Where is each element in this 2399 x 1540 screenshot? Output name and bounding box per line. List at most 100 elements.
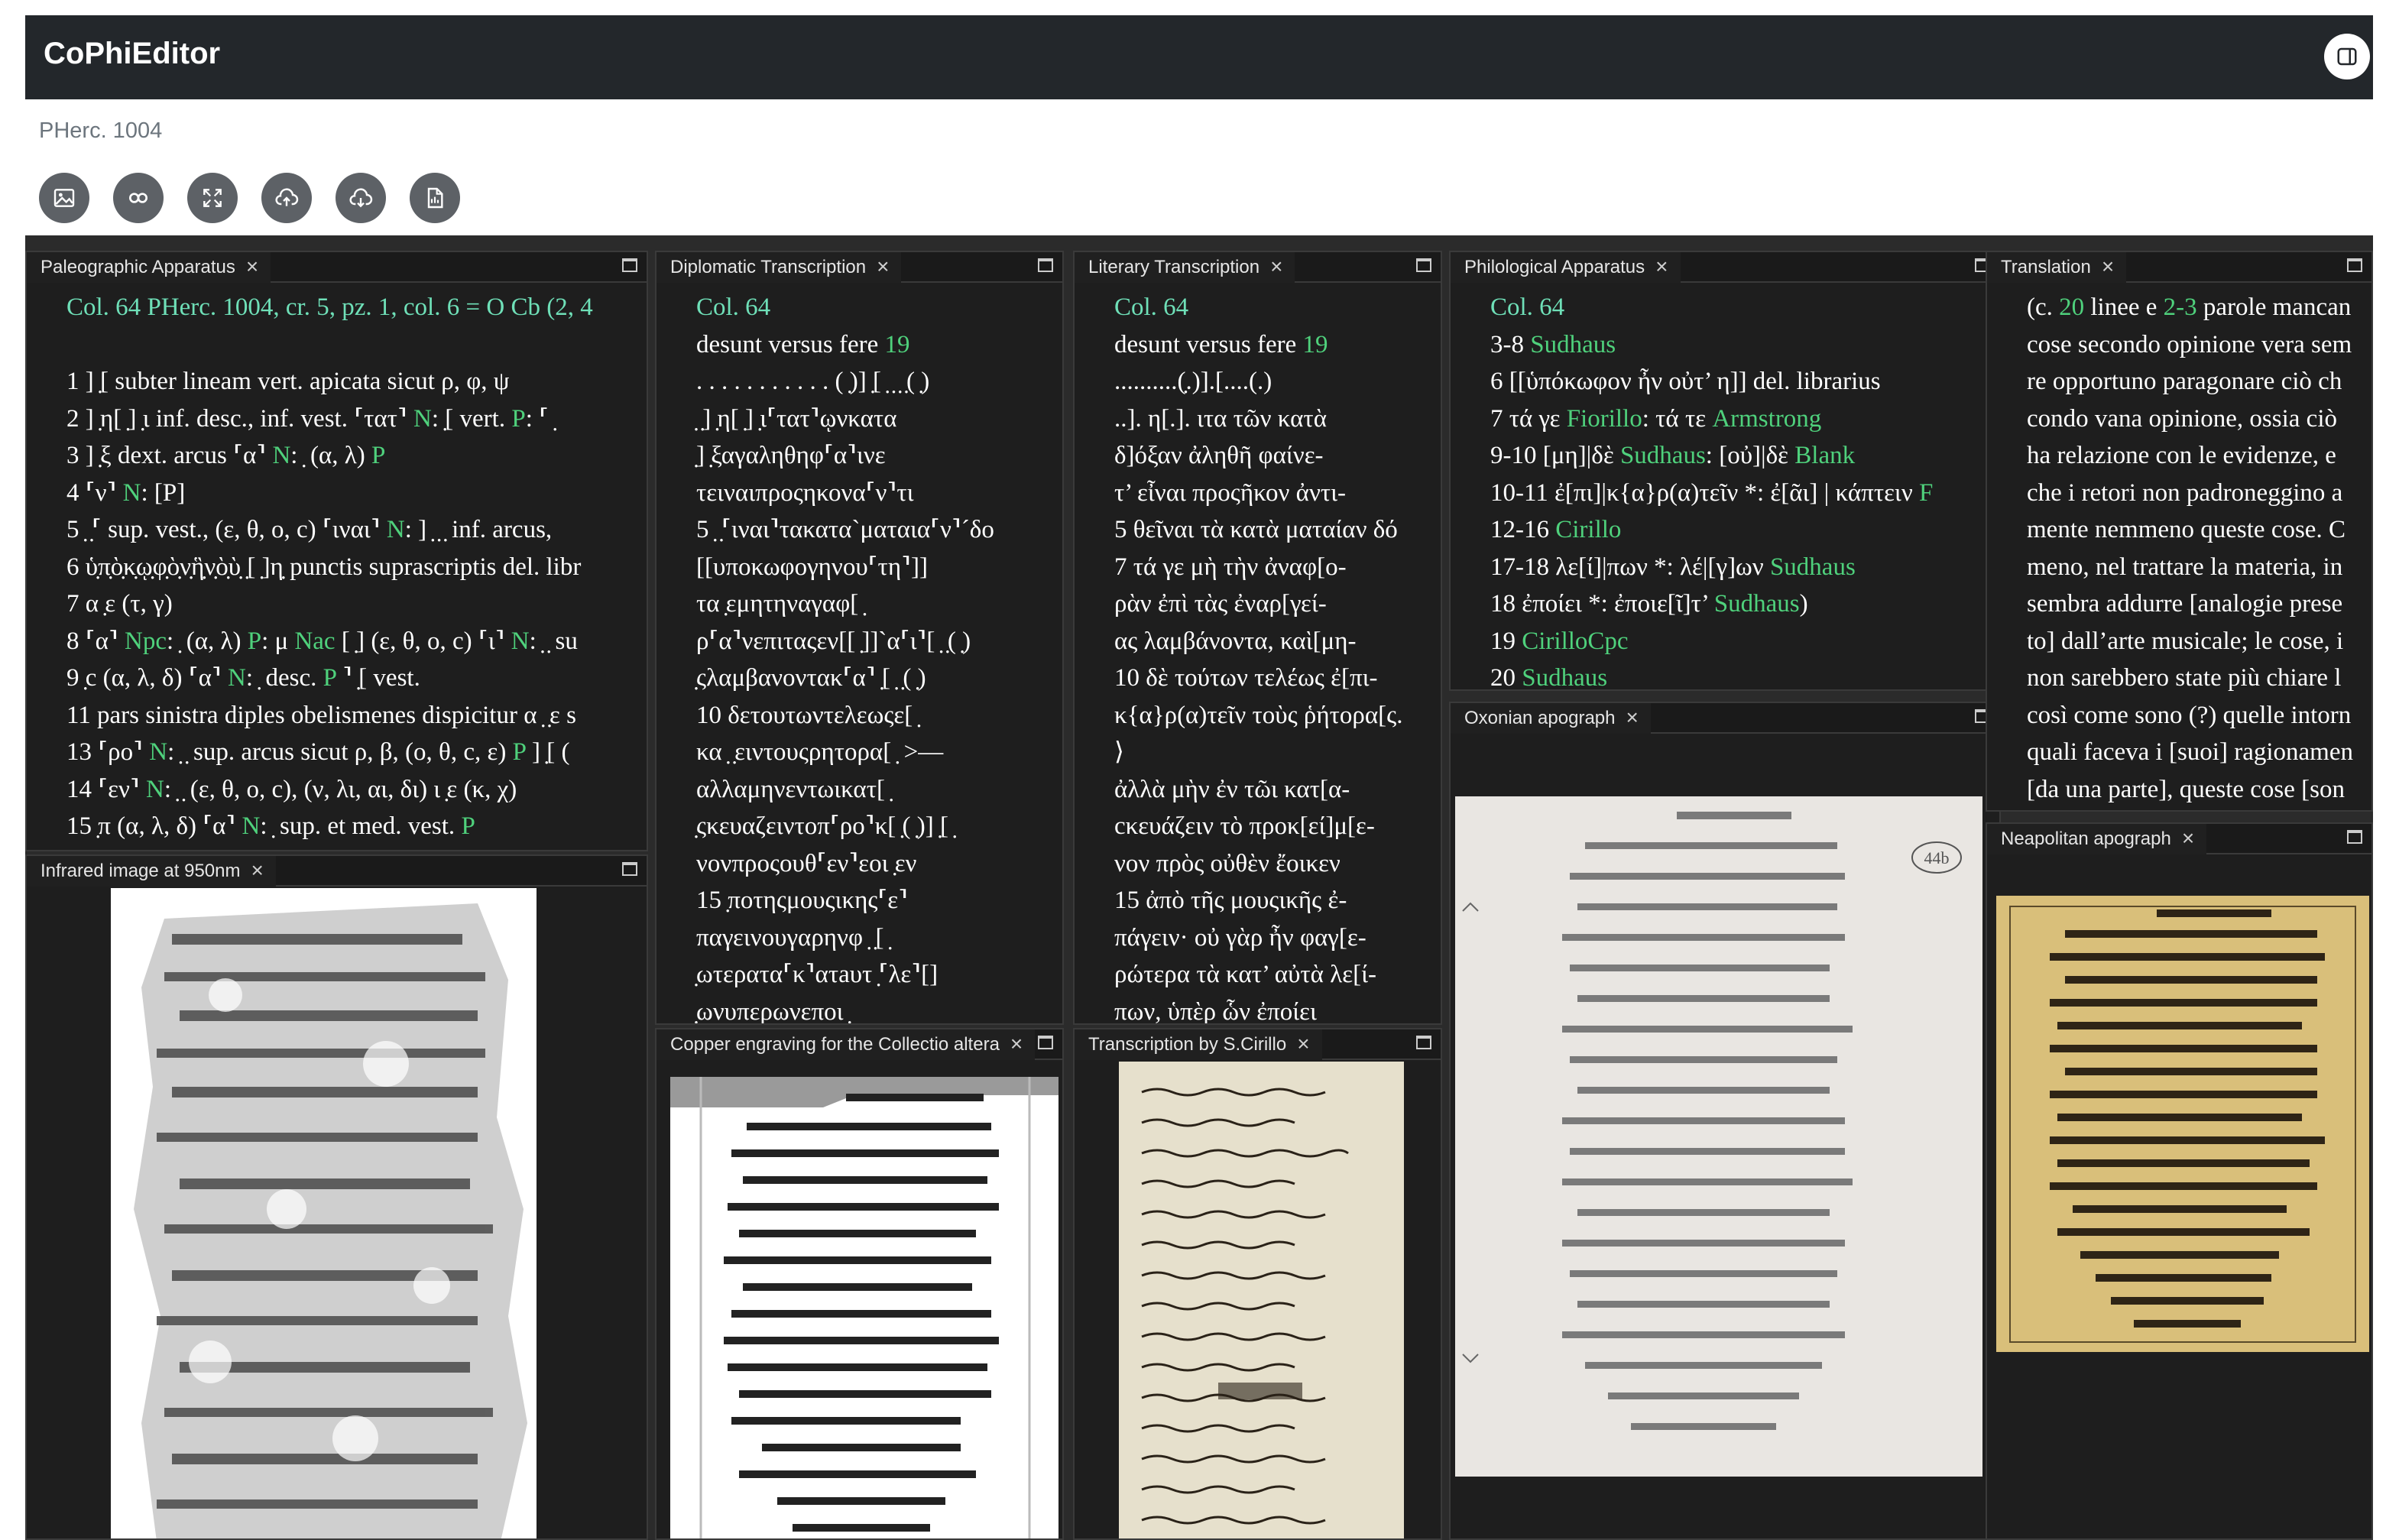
transcription-line: νον πρὸς οὐθὲν ἔοικεν [1114,849,1341,877]
siglum: Nac [294,627,336,655]
entry-text: 6 [[ὑπόκωφον ἦν οὐτ’ η]] del. librarius [1490,368,1881,395]
maximize-icon[interactable] [1416,258,1431,272]
tabbar: Literary Transcription × [1075,252,1441,283]
tab-label: Philological Apparatus [1464,257,1645,277]
apparatus-text: : ̣ sup. et med. vest. [260,812,462,840]
entry-text: 18 ἐποίει *: ἐποιε[ῖ]τ’ [1490,590,1714,618]
close-icon[interactable]: × [1655,256,1668,277]
transcription-line: 10 δὲ τούτων τελέως ἐ[πι- [1114,664,1378,692]
diplomatic-lines: . . . . . . . . . . . ( ̣)] ̣[ ̣ ̣ ̣ ̣( … [696,363,1062,1023]
tabbar: Translation × [1987,252,2371,283]
translation-line: meno, nel trattare la materia, in [2027,553,2343,581]
siglum: N [272,442,291,469]
apparatus-text: : ̣ ̣ (ε, θ, ο, c), (ν, λι, αι, δι) ι ̣ε… [164,775,517,803]
upload-button[interactable] [261,173,312,223]
transcription-line: κ{α}ρ(α)τεῖν τοὺς ῥήτορα[ς. [1114,701,1403,729]
document-button[interactable] [410,173,460,223]
maximize-icon[interactable] [1038,1036,1053,1049]
cirillo-transcription-panel: Transcription by S.Cirillo × [1073,1028,1442,1540]
tab-label: Neapolitan apograph [2001,828,2171,849]
entry-text: 9-10 [μη]|δὲ [1490,442,1620,469]
apparatus-text: ⸣ ̣[ vest. [336,664,420,692]
app-title[interactable]: CoPhiEditor [44,37,220,71]
cirillo-manuscript-image[interactable] [1119,1062,1404,1538]
apparatus-text: 8 ⸢α⸣ [66,627,125,655]
image-icon [53,189,75,207]
panel-workspace: Paleographic Apparatus × Col. 64 PHerc. … [25,235,2373,1540]
transcription-line: 5 θεῖναι τὰ κατὰ ματαίαν δό [1114,516,1398,543]
close-icon[interactable]: × [251,860,263,881]
siglum: P [461,812,475,840]
paleographic-header-line: Col. 64 PHerc. 1004, cr. 5, pz. 1, col. … [66,289,647,326]
apparatus-text: : μ [261,627,295,655]
tab-label: Transcription by S.Cirillo [1088,1034,1287,1055]
transcription-line: ..........(̣.)].[....(.) [1114,368,1272,395]
apparatus-text: : ̣ (α, λ) [290,442,371,469]
link-button[interactable] [113,173,164,223]
siglum: P [511,404,526,433]
maximize-icon[interactable] [1416,1036,1431,1049]
transcription-line: τα ̣εμητηναγαφ[ ̣ [696,590,865,618]
maximize-icon[interactable] [1038,258,1053,272]
sidebar-toggle-icon [2337,47,2357,66]
close-icon[interactable]: × [2182,828,2194,849]
tab-neapolitan-apograph[interactable]: Neapolitan apograph × [1987,824,2207,854]
apparatus-text: : ] ̣ ̣ ̣ inf. arcus, [404,516,553,543]
close-icon[interactable]: × [1270,256,1282,277]
transcription-line: ̣ωτερατα⸢κ⸣ατaυτ ̣⸢λε⸣[] [696,961,939,988]
close-icon[interactable]: × [1297,1033,1309,1055]
apparatus-line: 6 ὑ̣π̣ὸ̣κ̣ῳ̣φ̣ὸ̣ν̣ἣ̣ν̣ὸ̣ὺ̣ ̣[ ̣]η̣ punct… [66,549,647,586]
maximize-icon[interactable] [2347,258,2362,272]
apparatus-text: 5 ̣ ̣⸢ sup. vest., (ε, θ, ο, c) ⸢ιναι⸣ [66,516,387,543]
translation-line: così come sono (?) quelle intorn [2027,701,2352,729]
tab-paleographic-apparatus[interactable]: Paleographic Apparatus × [27,252,271,283]
panel-toggle-button[interactable] [2324,34,2370,79]
siglum: P [371,442,386,469]
apparatus-entry: 10-11 ἐ[πι]|κ{α}ρ(α)τεῖν *: ἐ[ᾶι] | κάπτ… [1490,475,1999,512]
close-icon[interactable]: × [2102,256,2114,277]
fullscreen-button[interactable] [187,173,238,223]
tab-translation[interactable]: Translation × [1987,252,2127,283]
close-icon[interactable]: × [1010,1033,1023,1055]
close-icon[interactable]: × [1626,707,1638,728]
neapolitan-apograph-panel: Neapolitan apograph × [1986,822,2373,1540]
oxonian-apograph-panel: Oxonian apograph × 44b [1449,702,2001,1540]
neapolitan-apograph-image[interactable] [1996,896,2369,1352]
maximize-icon[interactable] [622,862,637,876]
col-label: Col. 64 [696,293,771,321]
copper-engraving-image[interactable] [670,1077,1058,1538]
tabbar: Diplomatic Transcription × [656,252,1062,283]
link-icon [129,193,148,203]
close-icon[interactable]: × [877,256,889,277]
oxonian-apograph-image[interactable]: 44b [1455,796,1982,1477]
transcription-line: ας λαμβάνοντα, καὶ[μη- [1114,627,1357,655]
translation-line: che i retori non padroneggino a [2027,478,2343,507]
transcription-line: ̣ςκευαζειντοπ⸢ρο⸣κ[ ̣( ̣)] ̣[ ̣ [696,812,955,840]
tab-literary-transcription[interactable]: Literary Transcription × [1075,252,1295,283]
apparatus-entry: 17-18 λε[ί]|πων *: λέ|[γ]ων Sudhaus [1490,549,1999,586]
tab-copper-engraving[interactable]: Copper engraving for the Collectio alter… [656,1029,1036,1060]
editor-name: Sudhaus [1530,330,1616,358]
cloud-download-icon [349,188,373,208]
desunt-number: 19 [1302,330,1328,358]
apparatus-text: 6 ὑ̣π̣ὸ̣κ̣ῳ̣φ̣ὸ̣ν̣ἣ̣ν̣ὸ̣ὺ̣ ̣[ ̣]η̣ punct… [66,553,582,581]
download-button[interactable] [336,173,386,223]
siglum: N [413,404,432,433]
editor-name: Sudhaus [1769,553,1856,581]
image-button[interactable] [39,173,89,223]
tab-oxonian-apograph[interactable]: Oxonian apograph × [1451,703,1651,734]
tab-label: Copper engraving for the Collectio alter… [670,1034,1000,1055]
tab-diplomatic-transcription[interactable]: Diplomatic Transcription × [656,252,902,283]
header-rest: (2, 4 [546,293,593,321]
editor-name: CirilloCpc [1522,627,1629,655]
maximize-icon[interactable] [622,258,637,272]
transcription-line: . . . . . . . . . . . ( ̣)] ̣[ ̣ ̣ ̣ ̣( … [696,368,930,395]
tab-philological-apparatus[interactable]: Philological Apparatus × [1451,252,1681,283]
close-icon[interactable]: × [246,256,258,277]
tab-cirillo-transcription[interactable]: Transcription by S.Cirillo × [1075,1029,1322,1060]
apparatus-text: 7 α ̣ε (τ, γ) [66,590,173,618]
infrared-papyrus-image[interactable] [111,888,537,1538]
tab-infrared-image[interactable]: Infrared image at 950nm × [27,856,276,887]
toolbar [39,173,460,226]
maximize-icon[interactable] [2347,830,2362,844]
